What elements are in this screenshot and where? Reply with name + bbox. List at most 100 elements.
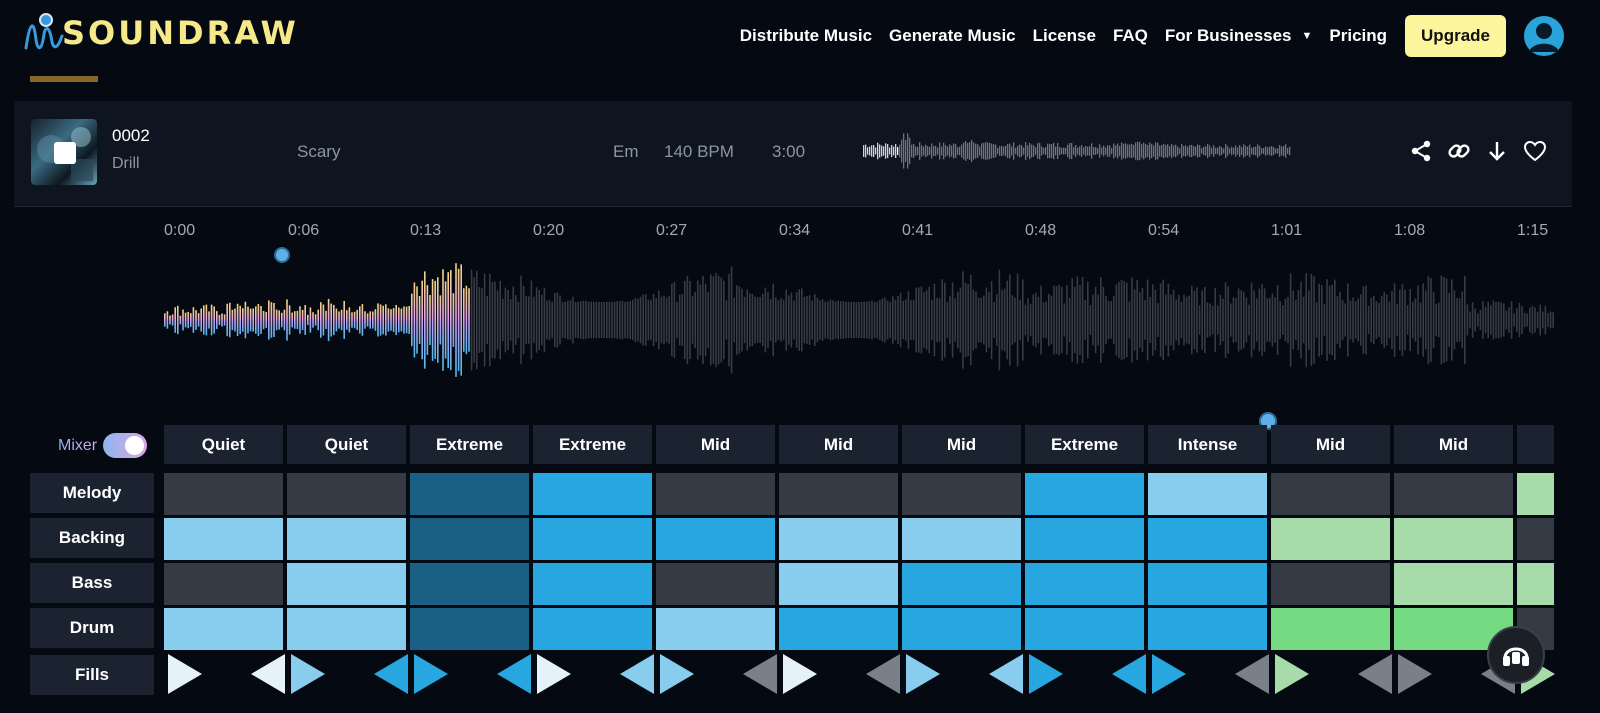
mixer-cell[interactable] xyxy=(287,608,406,650)
intensity-cell[interactable]: Quiet xyxy=(164,425,283,464)
mixer-cell[interactable] xyxy=(1394,518,1513,560)
intensity-cell[interactable]: Quiet xyxy=(287,425,406,464)
mixer-cell[interactable] xyxy=(1148,608,1267,650)
track-thumbnail[interactable] xyxy=(31,119,97,185)
track-mood: Scary xyxy=(297,142,341,161)
fill-right-arrow[interactable] xyxy=(1152,654,1186,694)
mixer-cell[interactable] xyxy=(1148,518,1267,560)
fill-right-arrow[interactable] xyxy=(537,654,571,694)
mixer-cell[interactable] xyxy=(1025,518,1144,560)
stop-icon[interactable] xyxy=(54,142,76,164)
mixer-cell[interactable] xyxy=(1394,563,1513,605)
mixer-cell[interactable] xyxy=(1271,518,1390,560)
mixer-cell[interactable] xyxy=(164,473,283,515)
fill-left-arrow[interactable] xyxy=(251,654,285,694)
mixer-cell[interactable] xyxy=(410,473,529,515)
nav-for-businesses[interactable]: For Businesses ▼ xyxy=(1165,26,1313,46)
mixer-cell[interactable] xyxy=(164,608,283,650)
fill-left-arrow[interactable] xyxy=(743,654,777,694)
link-icon[interactable] xyxy=(1447,139,1471,163)
track-row[interactable]: 0002 Drill Scary Em 140 BPM 3:00 xyxy=(14,101,1572,207)
mini-waveform[interactable] xyxy=(863,131,1293,171)
favorite-heart-icon[interactable] xyxy=(1523,139,1547,163)
support-headset-icon[interactable] xyxy=(1487,626,1545,684)
mixer-cell[interactable] xyxy=(410,608,529,650)
fill-left-arrow[interactable] xyxy=(620,654,654,694)
fill-right-arrow[interactable] xyxy=(1398,654,1432,694)
intensity-cell[interactable]: Mid xyxy=(779,425,898,464)
nav-license[interactable]: License xyxy=(1033,26,1096,46)
mixer-cell[interactable] xyxy=(533,563,652,605)
mixer-cell[interactable] xyxy=(1394,473,1513,515)
nav-distribute-music[interactable]: Distribute Music xyxy=(740,26,872,46)
mixer-cell[interactable] xyxy=(656,608,775,650)
mixer-toggle[interactable] xyxy=(103,433,148,458)
intensity-cell[interactable]: Mid xyxy=(902,425,1021,464)
mixer-cell[interactable] xyxy=(1271,563,1390,605)
fill-left-arrow[interactable] xyxy=(374,654,408,694)
mixer-cell[interactable] xyxy=(779,473,898,515)
mixer-cell[interactable] xyxy=(1148,563,1267,605)
mixer-cell[interactable] xyxy=(1517,518,1554,560)
mixer-cell[interactable] xyxy=(164,518,283,560)
fill-left-arrow[interactable] xyxy=(1235,654,1269,694)
fill-right-arrow[interactable] xyxy=(783,654,817,694)
share-icon[interactable] xyxy=(1409,139,1433,163)
mixer-cell[interactable] xyxy=(287,563,406,605)
intensity-cell[interactable]: Mid xyxy=(656,425,775,464)
nav-generate-music[interactable]: Generate Music xyxy=(889,26,1016,46)
mixer-cell[interactable] xyxy=(1271,473,1390,515)
fill-right-arrow[interactable] xyxy=(660,654,694,694)
download-icon[interactable] xyxy=(1485,139,1509,163)
mixer-cell[interactable] xyxy=(533,473,652,515)
fill-right-arrow[interactable] xyxy=(168,654,202,694)
intensity-cell[interactable] xyxy=(1517,425,1554,464)
intensity-cell[interactable]: Mid xyxy=(1271,425,1390,464)
user-avatar-icon[interactable] xyxy=(1524,16,1564,56)
mixer-cell[interactable] xyxy=(779,518,898,560)
mixer-cell[interactable] xyxy=(779,563,898,605)
fill-left-arrow[interactable] xyxy=(1358,654,1392,694)
fill-right-arrow[interactable] xyxy=(1275,654,1309,694)
mixer-cell[interactable] xyxy=(656,518,775,560)
mixer-cell[interactable] xyxy=(1517,563,1554,605)
soundraw-logo[interactable]: SOUNDRAW xyxy=(22,10,299,56)
intensity-cell[interactable]: Mid xyxy=(1394,425,1513,464)
intensity-cell[interactable]: Extreme xyxy=(533,425,652,464)
mixer-cell[interactable] xyxy=(779,608,898,650)
intensity-cell[interactable]: Extreme xyxy=(410,425,529,464)
mixer-cell[interactable] xyxy=(410,563,529,605)
mixer-cell[interactable] xyxy=(1025,563,1144,605)
mixer-cell[interactable] xyxy=(410,518,529,560)
nav-pricing[interactable]: Pricing xyxy=(1329,26,1387,46)
mixer-cell[interactable] xyxy=(1271,608,1390,650)
mixer-cell[interactable] xyxy=(287,473,406,515)
fill-right-arrow[interactable] xyxy=(414,654,448,694)
fill-right-arrow[interactable] xyxy=(1029,654,1063,694)
mixer-cell[interactable] xyxy=(164,563,283,605)
fill-right-arrow[interactable] xyxy=(291,654,325,694)
mixer-cell[interactable] xyxy=(1148,473,1267,515)
mixer-cell[interactable] xyxy=(902,608,1021,650)
mixer-cell[interactable] xyxy=(902,518,1021,560)
mixer-cell[interactable] xyxy=(902,473,1021,515)
fill-left-arrow[interactable] xyxy=(989,654,1023,694)
mixer-cell[interactable] xyxy=(902,563,1021,605)
mixer-cell[interactable] xyxy=(533,608,652,650)
nav-faq[interactable]: FAQ xyxy=(1113,26,1148,46)
mixer-cell[interactable] xyxy=(656,473,775,515)
mixer-cell[interactable] xyxy=(1025,473,1144,515)
fill-right-arrow[interactable] xyxy=(906,654,940,694)
upgrade-button[interactable]: Upgrade xyxy=(1405,15,1506,57)
mixer-cell[interactable] xyxy=(533,518,652,560)
mixer-cell[interactable] xyxy=(1517,473,1554,515)
fill-left-arrow[interactable] xyxy=(866,654,900,694)
mixer-cell[interactable] xyxy=(656,563,775,605)
main-waveform[interactable] xyxy=(164,258,1554,388)
fill-left-arrow[interactable] xyxy=(497,654,531,694)
intensity-cell[interactable]: Extreme xyxy=(1025,425,1144,464)
mixer-cell[interactable] xyxy=(1025,608,1144,650)
mixer-cell[interactable] xyxy=(287,518,406,560)
intensity-cell[interactable]: Intense xyxy=(1148,425,1267,464)
fill-left-arrow[interactable] xyxy=(1112,654,1146,694)
